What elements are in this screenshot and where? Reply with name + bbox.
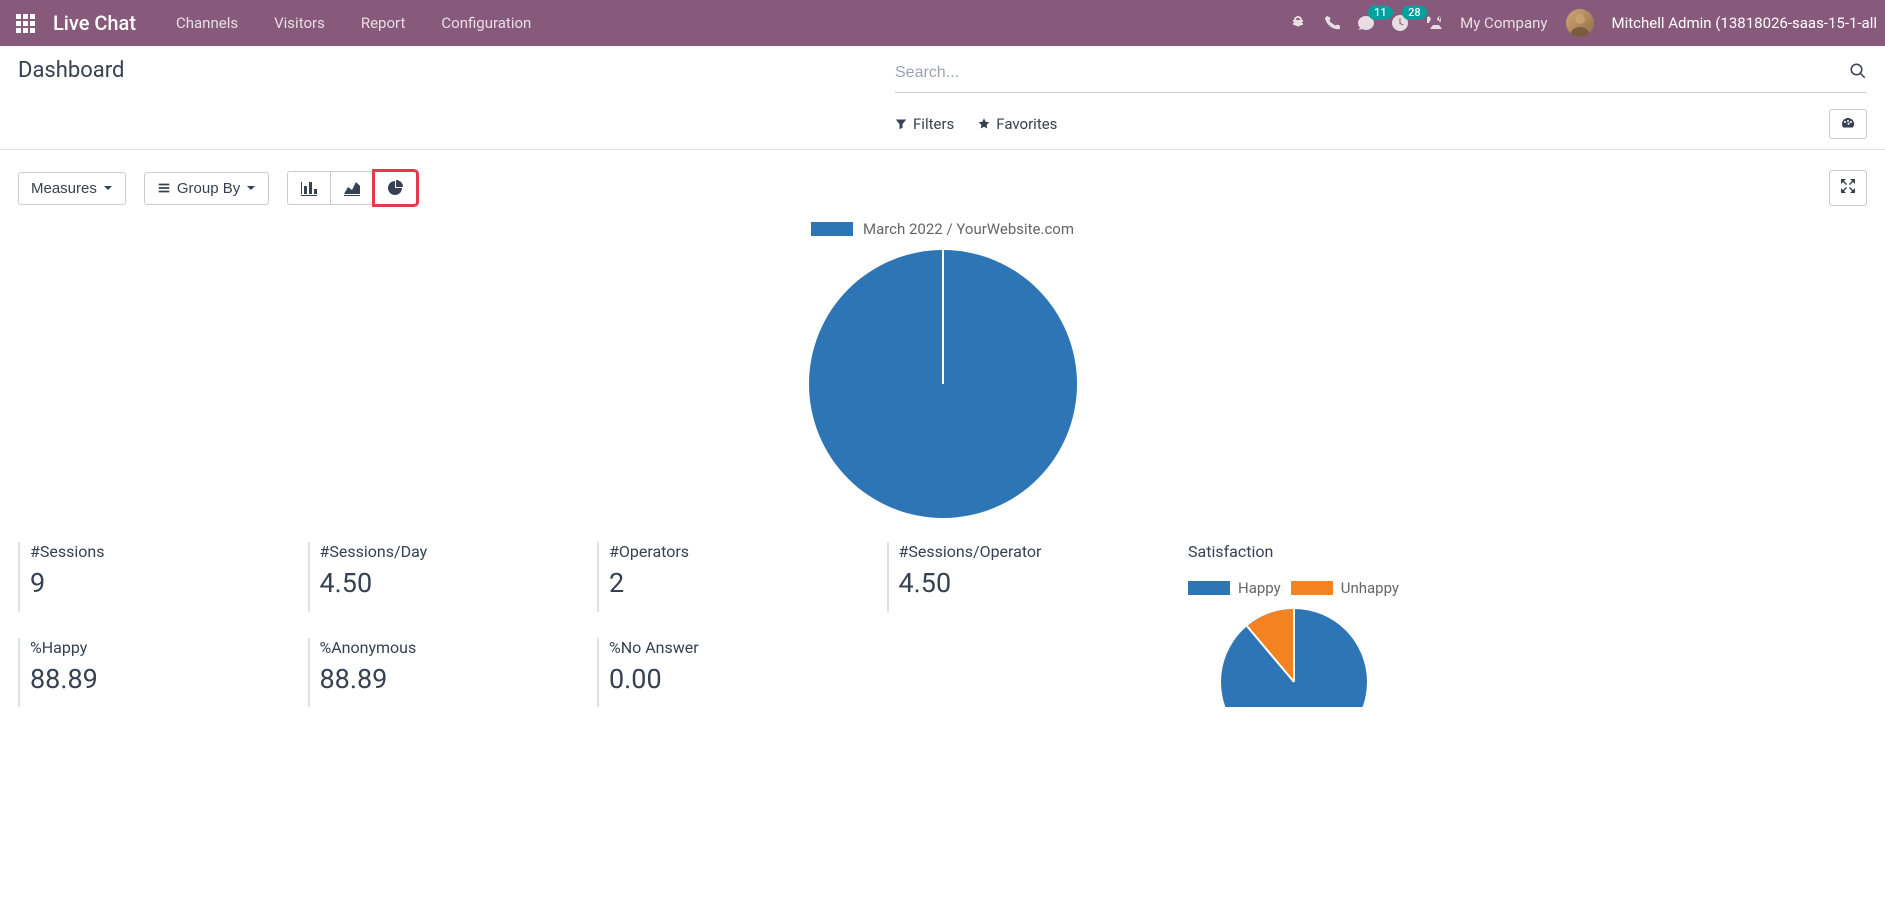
nav-item-configuration[interactable]: Configuration [441,14,531,32]
activities-icon[interactable]: 28 [1392,15,1408,31]
favorites-button[interactable]: Favorites [978,115,1057,133]
company-switcher[interactable]: My Company [1460,14,1547,32]
tile-sessions-operator: #Sessions/Operator 4.50 [887,542,1159,612]
nav-item-report[interactable]: Report [361,14,406,32]
legend-label: Unhappy [1341,579,1399,597]
app-brand[interactable]: Live Chat [53,11,136,35]
legend-color-box [1291,581,1333,595]
chart-legend[interactable]: March 2022 / YourWebsite.com [811,220,1074,238]
satisfaction-title: Satisfaction [1188,542,1399,561]
apps-icon[interactable] [8,6,43,41]
main-content: Measures Group By March 2022 / You [0,149,1885,727]
tile-operators: #Operators 2 [597,542,869,612]
legend-item-happy[interactable]: Happy [1188,579,1281,597]
search-row [895,58,1867,93]
stats-section: #Sessions 9 #Sessions/Day 4.50 #Operator… [18,542,1867,707]
tile-value: 88.89 [30,663,290,695]
navbar-right: 11 28 My Company Mitchell Admin (1381802… [1290,9,1877,37]
nav-menu: Channels Visitors Report Configuration [176,14,531,32]
tile-value: 2 [609,567,869,599]
groupby-label: Group By [177,180,240,197]
tile-empty [887,638,1159,708]
nav-item-channels[interactable]: Channels [176,14,238,32]
line-chart-icon [343,180,361,196]
stats-grid: #Sessions 9 #Sessions/Day 4.50 #Operator… [18,542,1158,707]
filters-button[interactable]: Filters [895,115,954,133]
tile-label: %No Answer [609,638,869,657]
page-title: Dashboard [18,58,124,83]
legend-color-box [811,222,853,236]
satisfaction-pie-chart[interactable] [1219,607,1369,707]
phone-icon[interactable] [1324,15,1340,31]
tile-value: 4.50 [899,567,1159,599]
tile-label: #Sessions [30,542,290,561]
legend-item-unhappy[interactable]: Unhappy [1291,579,1399,597]
bar-chart-icon [300,180,318,196]
messages-icon[interactable]: 11 [1358,15,1374,31]
main-pie-chart[interactable] [807,248,1079,520]
tile-anonymous: %Anonymous 88.89 [308,638,580,708]
tile-sessions-day: #Sessions/Day 4.50 [308,542,580,612]
line-chart-button[interactable] [331,171,374,205]
chart-type-group [287,171,417,205]
settings-icon[interactable] [1426,15,1442,31]
funnel-icon [895,118,907,130]
expand-button[interactable] [1829,170,1867,206]
main-chart-area: March 2022 / YourWebsite.com [18,220,1867,520]
user-name[interactable]: Mitchell Admin (13818026-saas-15-1-all [1612,14,1878,32]
caret-down-icon [103,183,113,193]
dashboard-view-button[interactable] [1829,109,1867,139]
star-icon [978,118,990,130]
tile-label: %Happy [30,638,290,657]
tile-sessions: #Sessions 9 [18,542,290,612]
top-navbar: Live Chat Channels Visitors Report Confi… [0,0,1885,46]
control-panel: Dashboard Filters Favorites [0,46,1885,149]
graph-toolbar: Measures Group By [18,170,1867,206]
measures-label: Measures [31,180,97,197]
tile-label: #Sessions/Operator [899,542,1159,561]
debug-icon[interactable] [1290,15,1306,31]
tile-value: 4.50 [320,567,580,599]
legend-label: March 2022 / YourWebsite.com [863,220,1074,238]
list-icon [157,181,171,195]
favorites-label: Favorites [996,115,1057,133]
pie-chart-icon [386,180,404,196]
avatar[interactable] [1566,9,1594,37]
tile-happy: %Happy 88.89 [18,638,290,708]
search-input[interactable] [895,58,1849,88]
tile-value: 88.89 [320,663,580,695]
tile-label: #Operators [609,542,869,561]
messages-badge: 11 [1368,5,1393,20]
activities-badge: 28 [1402,5,1427,20]
satisfaction-legend: Happy Unhappy [1188,579,1399,597]
bar-chart-button[interactable] [287,171,331,205]
measures-button[interactable]: Measures [18,172,126,205]
search-icon[interactable] [1849,62,1867,84]
tile-label: %Anonymous [320,638,580,657]
tile-label: #Sessions/Day [320,542,580,561]
expand-icon [1840,178,1856,194]
legend-label: Happy [1238,579,1281,597]
tile-no-answer: %No Answer 0.00 [597,638,869,708]
tile-value: 0.00 [609,663,869,695]
satisfaction-panel: Satisfaction Happy Unhappy [1188,542,1399,707]
pie-chart-button[interactable] [374,171,417,205]
filters-label: Filters [913,115,954,133]
caret-down-icon [246,183,256,193]
gauge-icon [1840,116,1856,132]
tile-value: 9 [30,567,290,599]
nav-item-visitors[interactable]: Visitors [274,14,325,32]
groupby-button[interactable]: Group By [144,172,269,205]
filter-row: Filters Favorites [895,109,1867,149]
legend-color-box [1188,581,1230,595]
